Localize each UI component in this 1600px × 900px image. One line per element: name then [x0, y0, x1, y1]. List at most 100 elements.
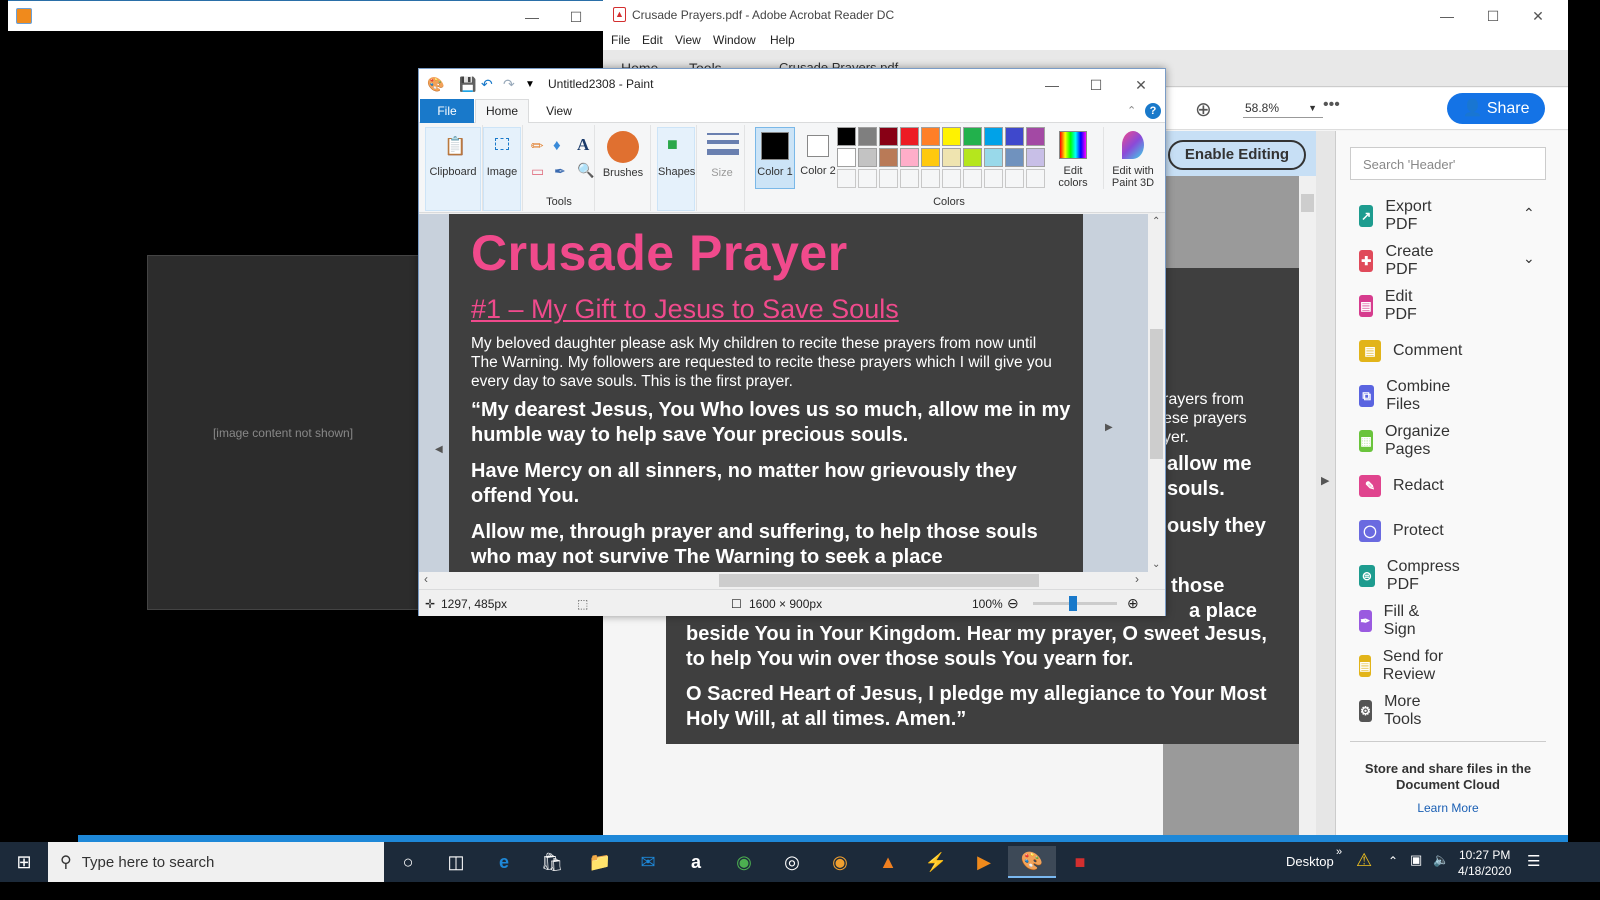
tab-view[interactable]: View [534, 99, 584, 123]
store-icon[interactable]: 🛍 [528, 846, 576, 878]
paint-taskbar-icon[interactable]: 🎨 [1008, 846, 1056, 878]
chevron-down-icon[interactable]: ⌄ [1523, 250, 1535, 267]
edge-icon[interactable]: e [480, 846, 528, 878]
palette-color-swatch[interactable] [921, 148, 940, 167]
palette-color-swatch[interactable] [921, 127, 940, 146]
menu-view[interactable]: View [675, 33, 701, 47]
palette-color-swatch[interactable] [1026, 127, 1045, 146]
palette-color-swatch[interactable] [879, 127, 898, 146]
edit-colors-button[interactable]: Edit colors [1051, 127, 1091, 189]
maximize-button[interactable]: ☐ [1483, 6, 1503, 26]
tool-fill-sign[interactable]: ✒ Fill & Sign [1359, 603, 1425, 638]
share-button[interactable]: 👤 Share [1447, 93, 1545, 124]
palette-custom-slot[interactable] [900, 169, 919, 188]
eraser-icon[interactable]: ▭ [531, 163, 544, 180]
palette-color-swatch[interactable] [837, 148, 856, 167]
amazon-icon[interactable]: a [672, 846, 720, 878]
palette-color-swatch[interactable] [858, 127, 877, 146]
palette-custom-slot[interactable] [984, 169, 1003, 188]
brushes-icon[interactable] [607, 131, 639, 163]
palette-color-swatch[interactable] [942, 148, 961, 167]
scrollbar-thumb[interactable] [1150, 329, 1163, 459]
fill-icon[interactable]: ♦ [553, 137, 561, 154]
menu-file[interactable]: File [611, 33, 630, 47]
canvas[interactable]: Crusade Prayer #1 – My Gift to Jesus to … [449, 214, 1083, 572]
image-button[interactable]: Image [483, 127, 521, 211]
color2-button[interactable]: Color 2 [799, 127, 839, 189]
canvas-vertical-scrollbar[interactable]: ⌃ ⌄ [1148, 214, 1165, 572]
enable-editing-button[interactable]: Enable Editing [1168, 140, 1306, 170]
tool-combine-files[interactable]: ⧉ Combine Files [1359, 378, 1457, 413]
tool-send-for-review[interactable]: ▤ Send for Review [1359, 648, 1445, 683]
expand-panel-icon[interactable]: ▶ [1321, 474, 1329, 487]
panel-collapse-strip[interactable]: ▶ [1316, 131, 1335, 835]
customize-toolbar-icon[interactable]: ▼ [525, 79, 535, 90]
minimize-button[interactable]: — [1042, 75, 1062, 95]
scroll-up-icon[interactable]: ⌃ [1152, 216, 1160, 227]
tool-export-pdf[interactable]: ↗ Export PDF [1359, 198, 1439, 233]
palette-color-swatch[interactable] [963, 127, 982, 146]
tab-file[interactable]: File [420, 99, 474, 123]
palette-custom-slot[interactable] [858, 169, 877, 188]
save-icon[interactable]: 💾 [459, 76, 476, 93]
scroll-down-icon[interactable]: ⌄ [1152, 559, 1160, 570]
palette-color-swatch[interactable] [1005, 148, 1024, 167]
zoom-in-icon[interactable]: ⊕ [1195, 97, 1212, 122]
paint3d-button[interactable]: Edit with Paint 3D [1103, 127, 1163, 189]
scroll-left-icon[interactable]: ‹ [424, 572, 428, 586]
palette-color-swatch[interactable] [1026, 148, 1045, 167]
menu-window[interactable]: Window [713, 33, 756, 47]
minimize-button[interactable]: — [1437, 6, 1457, 26]
palette-custom-slot[interactable] [1005, 169, 1024, 188]
zoom-slider-thumb[interactable] [1069, 596, 1077, 611]
palette-color-swatch[interactable] [963, 148, 982, 167]
palette-custom-slot[interactable] [921, 169, 940, 188]
toolbar-overflow-icon[interactable]: » [1336, 846, 1342, 858]
tripadvisor-icon[interactable]: ◉ [720, 846, 768, 878]
menu-edit[interactable]: Edit [642, 33, 663, 47]
pencil-icon[interactable]: ✏ [531, 137, 544, 155]
maximize-button[interactable]: ☐ [1086, 75, 1106, 95]
show-hidden-icons[interactable]: ⌃ [1388, 854, 1398, 868]
color-picker-icon[interactable]: ✒ [554, 163, 566, 180]
chevron-up-icon[interactable]: ⌃ [1523, 205, 1535, 222]
color1-button[interactable]: Color 1 [755, 127, 795, 189]
palette-color-swatch[interactable] [837, 127, 856, 146]
shapes-button[interactable]: ■ Shapes [657, 127, 695, 211]
tool-comment[interactable]: ▤ Comment [1359, 336, 1462, 366]
palette-color-swatch[interactable] [900, 127, 919, 146]
tools-search-input[interactable]: Search 'Header' [1350, 147, 1546, 180]
palette-color-swatch[interactable] [942, 127, 961, 146]
camera-app-icon[interactable]: ◎ [768, 846, 816, 878]
tool-protect[interactable]: ◯ Protect [1359, 516, 1444, 546]
palette-custom-slot[interactable] [963, 169, 982, 188]
zoom-out-icon[interactable]: ⊖ [1007, 595, 1019, 612]
tool-organize-pages[interactable]: ▦ Organize Pages [1359, 423, 1458, 458]
brushes-button[interactable]: Brushes [595, 167, 651, 179]
document-scrollbar[interactable] [1299, 176, 1316, 835]
volume-icon[interactable]: 🔈 [1433, 852, 1449, 868]
task-view-icon[interactable]: ◫ [432, 846, 480, 878]
text-icon[interactable]: A [577, 135, 589, 155]
palette-custom-slot[interactable] [837, 169, 856, 188]
palette-color-swatch[interactable] [984, 148, 1003, 167]
zoom-in-icon[interactable]: ⊕ [1127, 595, 1139, 612]
taskbar-search-input[interactable]: ⚲ Type here to search [48, 842, 384, 882]
canvas-horizontal-scrollbar[interactable]: ‹ › [419, 572, 1148, 589]
collapse-ribbon-icon[interactable]: ⌃ [1127, 104, 1136, 117]
palette-custom-slot[interactable] [1026, 169, 1045, 188]
tool-more-tools[interactable]: ⚙ More Tools [1359, 693, 1430, 728]
palette-color-swatch[interactable] [858, 148, 877, 167]
palette-color-swatch[interactable] [900, 148, 919, 167]
zoom-slider[interactable] [1033, 596, 1117, 611]
winamp-icon[interactable]: ⚡ [912, 846, 960, 878]
paint-app-icon[interactable]: 🎨 [427, 76, 444, 93]
photo-app-icon[interactable]: ◉ [816, 846, 864, 878]
desktop-toolbar-label[interactable]: Desktop [1286, 854, 1334, 869]
network-icon[interactable]: ▣ [1410, 852, 1422, 868]
tool-edit-pdf[interactable]: ▤ Edit PDF [1359, 288, 1425, 323]
scroll-right-icon[interactable]: ▶ [1105, 422, 1113, 433]
media-player-taskbar-icon[interactable]: ▶ [960, 846, 1008, 878]
size-button[interactable]: Size [699, 167, 745, 179]
undo-icon[interactable]: ↶ [481, 76, 493, 93]
